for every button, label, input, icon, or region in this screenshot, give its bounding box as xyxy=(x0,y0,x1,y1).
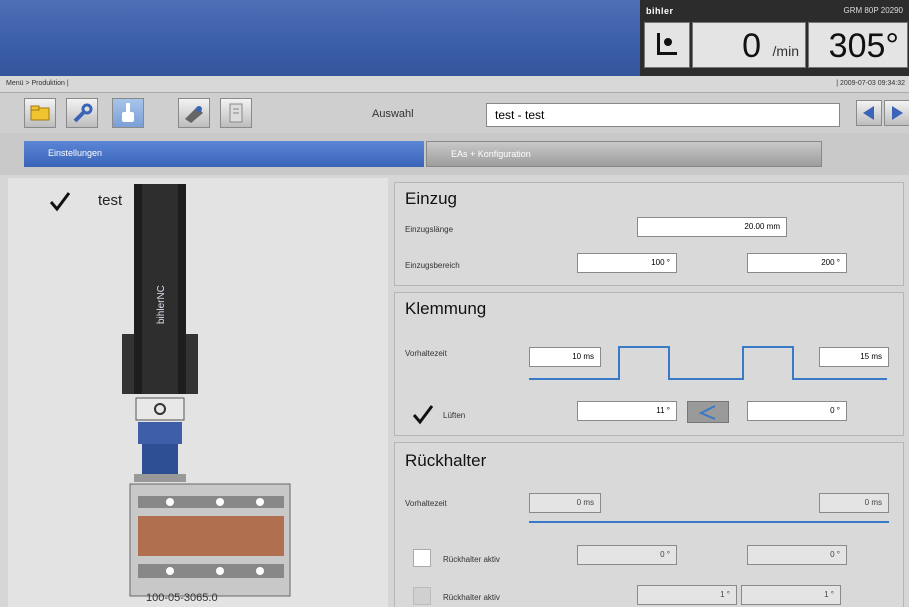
rueckhalter-title: Rückhalter xyxy=(405,451,487,470)
tool-icon xyxy=(185,106,203,123)
einzug-range-from-field[interactable]: 100 ° xyxy=(577,253,677,273)
einzug-length-label: Einzugslänge xyxy=(405,225,454,234)
section-rueckhalter: Rückhalter Vorhaltezeit 0 ms 0 ms Rückha… xyxy=(394,442,904,607)
lueften-to-field[interactable]: 0 ° xyxy=(747,401,847,421)
document-button[interactable] xyxy=(220,98,252,128)
part-number: 100-05-3065.0 xyxy=(146,592,218,604)
angle-icon xyxy=(698,405,716,420)
device-brand: bihlerNC xyxy=(156,285,167,324)
angle-direction-button[interactable] xyxy=(687,401,729,423)
rueckhalter-active2-to-field[interactable]: 1 ° xyxy=(741,585,841,605)
angle-value: 305° xyxy=(828,27,899,65)
production-button[interactable] xyxy=(112,98,144,128)
einzug-length-field[interactable]: 20.00 mm xyxy=(637,217,787,237)
rueckhalter-active1-checkbox[interactable] xyxy=(413,549,431,567)
breadcrumb-bar: Menü > Produktion | | 2009-07-03 09:34:3… xyxy=(0,76,909,93)
hand-icon xyxy=(122,103,134,122)
record-button[interactable] xyxy=(644,22,690,68)
brand-logo: bihler xyxy=(646,6,674,16)
breadcrumb: Menü > Produktion | xyxy=(6,80,69,87)
rueckhalter-active1-label: Rückhalter aktiv xyxy=(443,555,500,564)
machine-id: GRM 80P 20290 xyxy=(843,6,903,15)
arrow-left-icon xyxy=(863,106,874,120)
einzug-title: Einzug xyxy=(405,189,457,208)
record-icon xyxy=(657,33,677,55)
tab-settings[interactable]: Einstellungen xyxy=(24,141,424,167)
timestamp: | 2009-07-03 09:34:32 xyxy=(836,80,905,87)
checkmark-icon xyxy=(49,192,71,212)
klemmung-delay-left-field[interactable]: 10 ms xyxy=(529,347,601,367)
folder-icon xyxy=(30,105,50,121)
rueckhalter-active2-checkbox[interactable] xyxy=(413,587,431,605)
speed-unit: /min xyxy=(772,43,799,59)
lueften-label: Lüften xyxy=(443,411,466,420)
klemmung-delay-label: Vorhaltezeit xyxy=(405,349,447,358)
status-panel: bihler GRM 80P 20290 0 /min 305° xyxy=(640,0,909,76)
rueckhalter-active1-from-field[interactable]: 0 ° xyxy=(577,545,677,565)
klemmung-title: Klemmung xyxy=(405,299,487,318)
item-checkbox[interactable] xyxy=(48,190,72,219)
rueckhalter-active2-from-field[interactable]: 1 ° xyxy=(637,585,737,605)
rueckhalter-active2-label: Rückhalter aktiv xyxy=(443,593,500,602)
selection-input[interactable]: test - test xyxy=(486,103,840,127)
wrench-icon xyxy=(73,103,93,123)
lueften-from-field[interactable]: 11 ° xyxy=(577,401,677,421)
tab-settings-label: Einstellungen xyxy=(48,148,103,158)
lueften-checkbox[interactable] xyxy=(411,403,435,432)
checkmark-icon xyxy=(412,405,434,425)
device-illustration: bihlerNC xyxy=(122,184,291,597)
arrow-right-icon xyxy=(892,106,903,120)
rueckhalter-delay-label: Vorhaltezeit xyxy=(405,499,447,508)
document-icon xyxy=(229,103,243,123)
tab-config[interactable]: EAs + Konfiguration xyxy=(426,141,822,167)
next-button[interactable] xyxy=(884,100,909,126)
prev-button[interactable] xyxy=(856,100,882,126)
machine-button[interactable] xyxy=(178,98,210,128)
folder-button[interactable] xyxy=(24,98,56,128)
klemmung-delay-right-field[interactable]: 15 ms xyxy=(819,347,889,367)
einzug-range-label: Einzugsbereich xyxy=(405,261,460,270)
einzug-range-to-field[interactable]: 200 ° xyxy=(747,253,847,273)
rueckhalter-delay-left-field[interactable]: 0 ms xyxy=(529,493,601,513)
tools-button[interactable] xyxy=(66,98,98,128)
selection-label: Auswahl xyxy=(372,108,414,120)
speed-value: 0 xyxy=(742,27,761,65)
section-klemmung: Klemmung Vorhaltezeit 10 ms 15 ms Lüften… xyxy=(394,292,904,436)
tab-config-label: EAs + Konfiguration xyxy=(451,149,531,159)
angle-display: 305° xyxy=(808,22,908,68)
speed-display: 0 /min xyxy=(692,22,806,68)
rueckhalter-signal-line xyxy=(529,521,889,523)
section-einzug: Einzug Einzugslänge 20.00 mm Einzugsbere… xyxy=(394,182,904,286)
item-label: test xyxy=(98,192,123,209)
rueckhalter-delay-right-field[interactable]: 0 ms xyxy=(819,493,889,513)
rueckhalter-active1-to-field[interactable]: 0 ° xyxy=(747,545,847,565)
